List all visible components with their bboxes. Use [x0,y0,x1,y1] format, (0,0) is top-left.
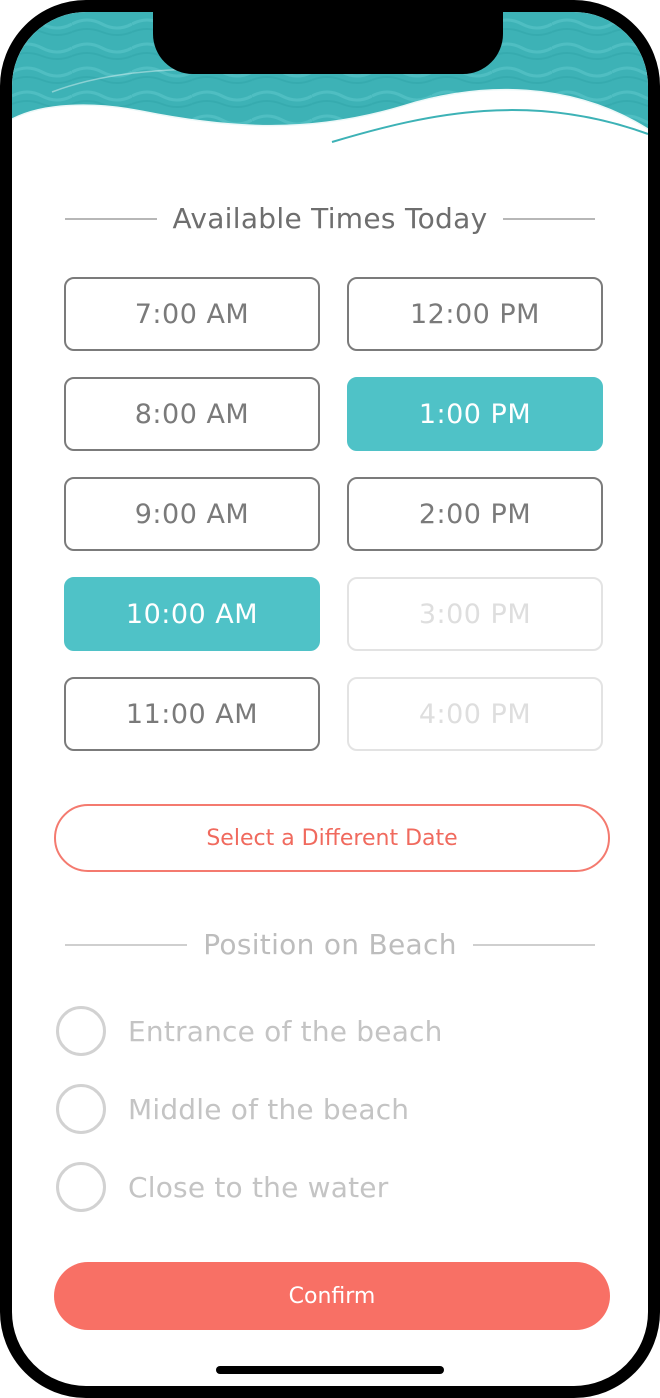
phone-frame: Available Times Today 7:00 AM 12:00 PM 8… [0,0,660,1398]
divider-line [503,217,596,220]
device-notch [153,12,503,74]
position-option-label: Middle of the beach [128,1092,410,1126]
position-on-beach-heading: Position on Beach [12,928,648,961]
radio-button[interactable] [56,1162,106,1212]
divider-line [65,943,188,946]
time-slot[interactable]: 10:00 AM [64,577,320,651]
select-different-date-button[interactable]: Select a Different Date [54,804,610,872]
divider-line [472,943,595,946]
home-indicator [216,1366,444,1374]
time-slot[interactable]: 11:00 AM [64,677,320,751]
time-slot[interactable]: 7:00 AM [64,277,320,351]
time-slot-grid: 7:00 AM 12:00 PM 8:00 AM 1:00 PM 9:00 AM… [64,277,604,751]
confirm-button[interactable]: Confirm [54,1262,610,1330]
radio-button[interactable] [56,1084,106,1134]
time-slot[interactable]: 12:00 PM [347,277,603,351]
position-option-middle[interactable]: Middle of the beach [56,1070,443,1148]
time-slot[interactable]: 2:00 PM [347,477,603,551]
position-option-label: Close to the water [128,1170,389,1204]
time-slot[interactable]: 1:00 PM [347,377,603,451]
time-slot[interactable]: 8:00 AM [64,377,320,451]
radio-button[interactable] [56,1006,106,1056]
position-option-label: Entrance of the beach [128,1014,443,1048]
time-slot: 4:00 PM [347,677,603,751]
available-times-heading: Available Times Today [12,202,648,235]
available-times-title: Available Times Today [172,202,488,235]
divider-line [64,217,157,220]
beach-position-options: Entrance of the beach Middle of the beac… [56,992,443,1226]
position-option-water[interactable]: Close to the water [56,1148,443,1226]
time-slot[interactable]: 9:00 AM [64,477,320,551]
position-option-entrance[interactable]: Entrance of the beach [56,992,443,1070]
time-slot: 3:00 PM [347,577,603,651]
position-on-beach-title: Position on Beach [203,928,457,961]
